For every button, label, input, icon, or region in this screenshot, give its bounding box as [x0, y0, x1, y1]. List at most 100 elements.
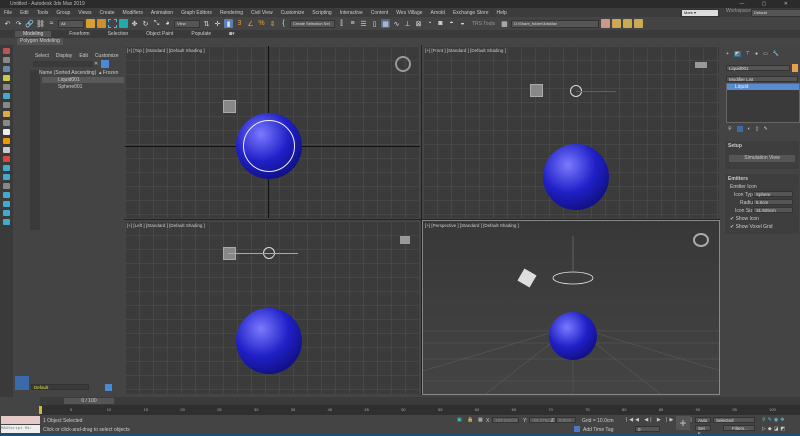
- menu-edit[interactable]: Edit: [20, 10, 29, 16]
- layer-dropdown[interactable]: Default: [31, 384, 89, 390]
- tool-icon[interactable]: [3, 93, 10, 99]
- snap-3d-icon[interactable]: 3: [235, 19, 244, 28]
- auto-key-button[interactable]: Auto: [695, 417, 711, 423]
- tool-icon[interactable]: [3, 174, 10, 180]
- polygon-modeling-panel[interactable]: Polygon Modeling: [17, 38, 63, 45]
- tool-icon[interactable]: [3, 192, 10, 198]
- tool-icon[interactable]: [3, 84, 10, 90]
- align-icon[interactable]: ≡: [348, 19, 357, 28]
- explorer-menu-customize[interactable]: Customize: [95, 53, 119, 59]
- tool-icon[interactable]: [3, 183, 10, 189]
- percent-snap-icon[interactable]: %: [257, 19, 266, 28]
- angle-snap-icon[interactable]: ∠: [246, 19, 255, 28]
- trs-grid-icon[interactable]: ▦: [500, 19, 509, 28]
- ribbon-options-icon[interactable]: ◙▾: [229, 31, 235, 37]
- toggle-ribbon-icon[interactable]: ▦: [381, 19, 390, 28]
- current-frame-marker[interactable]: [39, 406, 42, 414]
- utilities-tab-icon[interactable]: 🔧: [773, 51, 779, 57]
- edit-named-sel-icon[interactable]: {: [279, 19, 288, 28]
- z-coordinate[interactable]: 0.0cm: [556, 417, 576, 423]
- sphere001[interactable]: [549, 312, 597, 360]
- setup-rollout-title[interactable]: Setup: [728, 143, 742, 149]
- bind-spacewarp-icon[interactable]: ≈: [47, 19, 56, 28]
- tab-selection[interactable]: Selection: [108, 31, 129, 37]
- menu-tools[interactable]: Tools: [37, 10, 49, 16]
- viewport-front[interactable]: [+] [Front ] [Standard ] [Default Shadin…: [422, 45, 720, 219]
- tool-icon[interactable]: [3, 147, 10, 153]
- viewcube-icon[interactable]: [695, 62, 707, 68]
- modify-tab-icon[interactable]: ◩: [733, 51, 741, 57]
- time-slider[interactable]: 0 / 100: [40, 397, 800, 405]
- window-crossing-icon[interactable]: [119, 19, 128, 28]
- tool-icon[interactable]: [3, 120, 10, 126]
- track-bar[interactable]: 5 10 15 20 25 30 35 40 45 50 55 60 65 70 75 80 85 90 95 100: [39, 405, 800, 415]
- menu-content[interactable]: Content: [371, 10, 389, 16]
- add-key-button[interactable]: +: [676, 416, 690, 430]
- menu-graph-editors[interactable]: Graph Editors: [181, 10, 212, 16]
- tool-icon[interactable]: [3, 129, 10, 135]
- viewport-label[interactable]: [+] [Front ] [Standard ] [Default Shadin…: [425, 48, 506, 53]
- list-item[interactable]: Sphere001: [42, 84, 134, 90]
- menu-interactive[interactable]: Interactive: [340, 10, 363, 16]
- icon-size-spinner[interactable]: 31.825cm: [753, 207, 793, 213]
- maxscript-listener-top[interactable]: [1, 416, 40, 424]
- time-tag-icon[interactable]: [574, 426, 580, 432]
- rect-selection-icon[interactable]: [108, 19, 117, 28]
- pin-stack-icon[interactable]: ⚲: [728, 126, 732, 132]
- named-selection-set[interactable]: Create Selection Set: [290, 19, 335, 28]
- set-key-button[interactable]: Set K.: [695, 425, 711, 436]
- key-mode-dropdown[interactable]: Selected: [713, 417, 755, 423]
- menu-arnold[interactable]: Arnold: [431, 10, 445, 16]
- menu-customize[interactable]: Customize: [281, 10, 305, 16]
- viewport-perspective[interactable]: [+] [Perspective ] [Standard ] [Default …: [422, 220, 720, 395]
- create-tab-icon[interactable]: +: [726, 51, 729, 57]
- modifier-stack-item[interactable]: Liquid: [727, 84, 799, 90]
- tab-freeform[interactable]: Freeform: [69, 31, 89, 37]
- viewcube-icon[interactable]: [693, 233, 709, 247]
- dope-sheet-icon[interactable]: ⊥: [403, 19, 412, 28]
- curve-editor-icon[interactable]: ∿: [392, 19, 401, 28]
- viewport-label[interactable]: [+] [Left ] [Standard ] [Default Shading…: [127, 223, 205, 228]
- col-frozen-header[interactable]: ▴ Frozen: [99, 70, 118, 76]
- tool-icon[interactable]: [3, 48, 10, 54]
- col-name-header[interactable]: Name (Sorted Ascending): [39, 70, 96, 76]
- tool-icon[interactable]: [3, 66, 10, 72]
- tab-object-paint[interactable]: Object Paint: [146, 31, 173, 37]
- tool-icon[interactable]: [3, 210, 10, 216]
- viewport-left[interactable]: [+] [Left ] [Standard ] [Default Shading…: [124, 220, 421, 395]
- abs-mode-icon[interactable]: ▦: [478, 417, 483, 423]
- configure-sets-icon[interactable]: ✎: [763, 126, 767, 132]
- emitters-rollout-title[interactable]: Emitters: [728, 176, 748, 182]
- explorer-menu-edit[interactable]: Edit: [79, 53, 88, 59]
- key-filters-button[interactable]: Filters...: [723, 425, 755, 431]
- cube-helper[interactable]: [530, 84, 543, 97]
- clear-search-icon[interactable]: ✕: [94, 61, 98, 67]
- tool-icon[interactable]: [3, 138, 10, 144]
- tab-populate[interactable]: Populate: [191, 31, 211, 37]
- reference-coord-dropdown[interactable]: View: [174, 19, 200, 28]
- spinner-snap-icon[interactable]: ⇕: [268, 19, 277, 28]
- explorer-menu-display[interactable]: Display: [56, 53, 72, 59]
- pivot-icon[interactable]: ⇅: [202, 19, 211, 28]
- isolate-icon[interactable]: ▣: [457, 417, 462, 423]
- tool-icon[interactable]: [3, 75, 10, 81]
- show-icon-checkbox[interactable]: ✔ Show Icon: [730, 216, 759, 222]
- viewport-nav-icons[interactable]: ⚲✎◉✥: [762, 417, 786, 423]
- menu-file[interactable]: File: [4, 10, 12, 16]
- simulation-view-button[interactable]: Simulation View: [729, 155, 795, 162]
- layer-options-icon[interactable]: [105, 384, 112, 391]
- viewcube-icon[interactable]: [400, 236, 410, 244]
- save-icon[interactable]: [622, 19, 632, 28]
- lock-selection-icon[interactable]: 🔒: [467, 417, 473, 423]
- tool-icon[interactable]: [3, 165, 10, 171]
- menu-scripting[interactable]: Scripting: [312, 10, 331, 16]
- tool-icon[interactable]: [3, 57, 10, 63]
- scene-explorer-icon[interactable]: ☰: [359, 19, 368, 28]
- tool-icon[interactable]: [3, 156, 10, 162]
- x-coordinate[interactable]: 193.241cm: [492, 417, 519, 423]
- explorer-menu-select[interactable]: Select: [35, 53, 49, 59]
- mirror-icon[interactable]: ⫿: [337, 19, 346, 28]
- hierarchy-tab-icon[interactable]: ⊤: [746, 51, 750, 57]
- remove-modifier-icon[interactable]: ▯: [756, 126, 759, 132]
- menu-wes-village[interactable]: Wes Village: [396, 10, 422, 16]
